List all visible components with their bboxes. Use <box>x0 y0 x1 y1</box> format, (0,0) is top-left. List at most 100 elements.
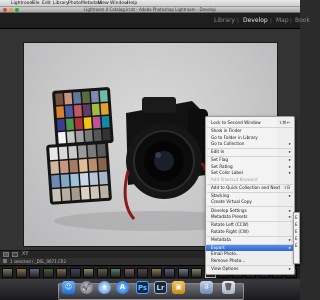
submenu-arrow-icon: ▸ <box>288 163 291 169</box>
color-swatch <box>93 129 102 142</box>
bridge-icon[interactable]: ▣ <box>172 281 185 294</box>
menu-window[interactable]: Window <box>110 0 128 7</box>
loupe-view-icon[interactable] <box>12 252 18 257</box>
color-swatch <box>74 117 83 130</box>
filmstrip-thumbnail[interactable] <box>123 268 135 278</box>
color-swatch <box>56 118 66 131</box>
context-menu-item-label: Set Rating <box>211 163 233 169</box>
menu-library[interactable]: Library <box>53 0 69 7</box>
lightroom-icon[interactable]: Lr <box>154 281 167 294</box>
color-swatch <box>58 146 68 160</box>
color-swatch <box>90 186 100 199</box>
context-menu-item-label: Metadata <box>211 236 231 242</box>
filmstrip-thumbnail[interactable] <box>69 268 81 278</box>
safari-icon[interactable]: ✦ <box>98 281 111 294</box>
menu-file[interactable]: File <box>32 0 40 7</box>
downloads-icon[interactable]: ⇩ <box>200 281 213 294</box>
context-menu-shortcut: ⇧B <box>283 184 290 190</box>
color-swatch <box>81 91 91 104</box>
filmstrip-thumbnail[interactable] <box>42 268 54 278</box>
context-menu-item[interactable]: View Options ▸ <box>206 266 294 272</box>
submenu-item[interactable]: E <box>295 243 298 248</box>
submenu-arrow-icon: ▸ <box>288 193 291 198</box>
context-menu-item[interactable]: Go to Folder in Library <box>206 135 294 141</box>
filmstrip-thumbnail[interactable] <box>83 268 94 278</box>
submenu-item[interactable]: E <box>295 215 298 220</box>
context-menu-item[interactable]: Go to Collection ▸ <box>206 141 294 147</box>
submenu-item[interactable]: E <box>295 222 298 227</box>
finder-icon[interactable]: ☺ <box>62 281 75 294</box>
color-swatch <box>66 131 75 144</box>
trash-icon[interactable]: 🗑 <box>222 281 235 294</box>
module-map[interactable]: Map <box>276 17 289 25</box>
context-menu-item[interactable]: Remove Photo... <box>206 258 294 264</box>
filmstrip-window-icon[interactable] <box>3 259 7 263</box>
module-separator: | <box>270 18 272 24</box>
context-menu-item[interactable]: Metadata Presets ▸ <box>206 214 294 220</box>
submenu-arrow-icon: ▸ <box>288 266 291 271</box>
filmstrip-thumbnail[interactable] <box>150 268 162 278</box>
module-separator: | <box>290 18 292 24</box>
context-menu-item[interactable]: Email Photo... <box>206 251 294 257</box>
context-menu-item[interactable]: Develop Settings ▸ <box>206 208 294 214</box>
module-book[interactable]: Book <box>295 17 310 25</box>
menu-edit[interactable]: Edit <box>42 0 51 7</box>
filmstrip-breadcrumb[interactable]: 1 selected / _DSL_0671.CR2 <box>10 258 66 265</box>
color-swatch <box>97 157 107 171</box>
module-develop[interactable]: Develop <box>243 17 268 25</box>
color-swatch <box>65 118 75 131</box>
submenu-item[interactable]: E <box>295 236 298 241</box>
menu-photo[interactable]: Photo <box>68 0 81 7</box>
grid-view-icon[interactable] <box>3 252 9 257</box>
context-menu-item[interactable]: Add to Quick Collection and Next ⇧B <box>206 185 294 191</box>
color-swatch <box>73 104 83 117</box>
filmstrip-thumbnail[interactable] <box>164 268 175 278</box>
context-menu-item[interactable]: Export ▸ <box>206 245 294 251</box>
compare-view-icon[interactable]: XY <box>22 251 28 258</box>
color-swatch <box>78 159 88 172</box>
context-menu-item[interactable]: Stacking ▸ <box>206 193 294 199</box>
context-menu: Lock to Second Window ⇧⌘↩ Show in Finder Go… <box>205 116 295 275</box>
filmstrip-thumbnail[interactable] <box>177 268 189 278</box>
module-library[interactable]: Library <box>214 17 235 25</box>
context-menu-item[interactable]: Rotate Left (CCW) <box>206 222 294 228</box>
filmstrip-thumbnail[interactable] <box>15 268 27 278</box>
filmstrip-thumbnail[interactable] <box>137 268 148 278</box>
context-menu-item[interactable]: Set Rating ▸ <box>206 164 294 170</box>
context-menu-item[interactable]: Set Color Label ▸ <box>206 170 294 176</box>
filmstrip-thumbnail[interactable] <box>29 268 40 278</box>
submenu-item[interactable]: E <box>295 229 298 234</box>
app-store-icon[interactable]: A <box>116 281 129 294</box>
color-checker-bottom <box>46 140 112 205</box>
filmstrip-thumbnail[interactable] <box>96 268 108 278</box>
launchpad-icon[interactable]: 🚀 <box>80 281 93 294</box>
context-menu-item-label: Go to Folder in Library <box>211 134 258 140</box>
context-menu-item[interactable]: Rotate Right (CW) <box>206 229 294 235</box>
context-menu-item[interactable]: Show in Finder <box>206 128 294 134</box>
context-menu-item-label: Set Flag <box>211 157 229 163</box>
color-swatch <box>64 92 73 105</box>
filmstrip-thumbnail[interactable] <box>56 268 67 278</box>
context-menu-item[interactable]: Create Virtual Copy <box>206 199 294 205</box>
context-menu-item[interactable]: Edit In ▸ <box>206 149 294 155</box>
filmstrip-thumbnail[interactable] <box>110 268 121 278</box>
context-menu-item-label: Set Color Label <box>211 170 243 176</box>
context-menu-item[interactable]: Metadata ▸ <box>206 237 294 243</box>
photoshop-icon[interactable]: Ps <box>136 281 149 294</box>
menu-lightroom[interactable]: Lightroom <box>11 0 34 7</box>
export-submenu: E E E E E <box>293 212 300 264</box>
filmstrip-thumbnail[interactable] <box>2 268 13 278</box>
context-menu-item-label: View Options <box>211 266 239 271</box>
menu-view[interactable]: View <box>98 0 109 7</box>
filmstrip-thumbnail[interactable] <box>191 268 202 278</box>
menu-help[interactable]: Help <box>127 0 137 7</box>
context-menu-item[interactable]: Set Flag ▸ <box>206 157 294 163</box>
color-swatch <box>99 90 108 103</box>
color-swatch <box>69 159 79 173</box>
color-swatch <box>102 128 111 141</box>
color-swatch <box>52 188 62 202</box>
context-menu-item[interactable]: Lock to Second Window ⇧⌘↩ <box>206 120 294 126</box>
submenu-arrow-icon: ▸ <box>288 149 291 155</box>
context-menu-item-label: Show in Finder <box>211 128 242 134</box>
color-swatch <box>89 172 99 186</box>
